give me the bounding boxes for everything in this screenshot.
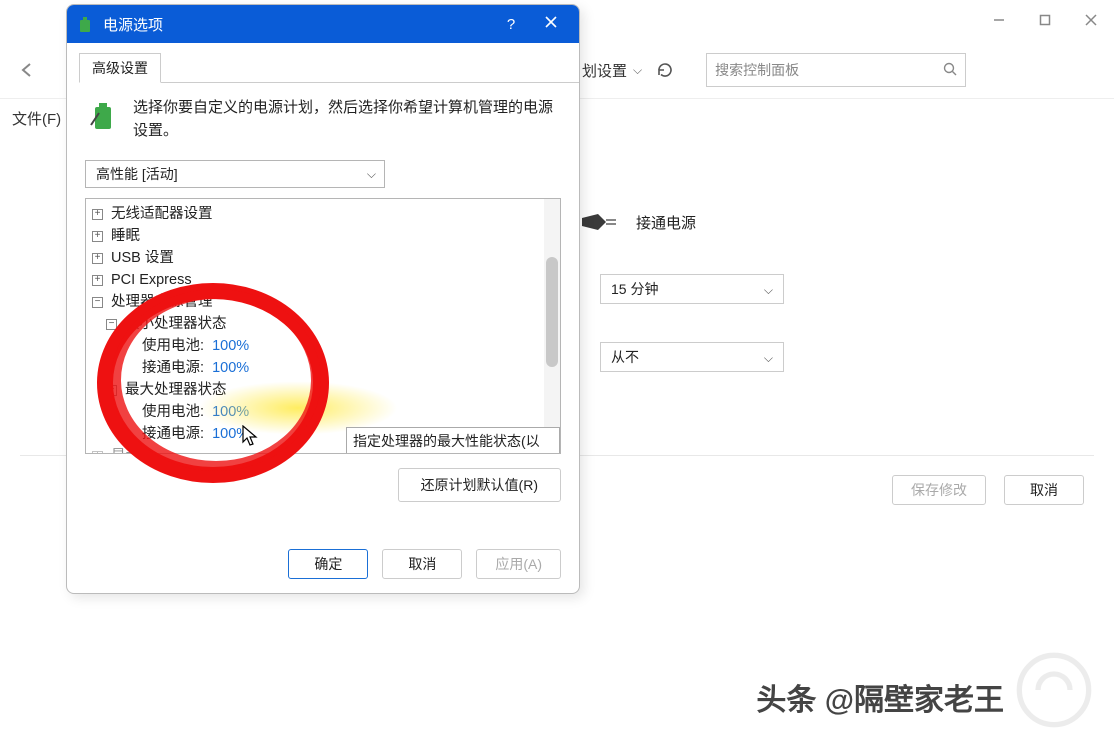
tree-item-pci[interactable]: PCI Express (111, 269, 192, 291)
watermark-logo (1014, 665, 1094, 715)
plugged-in-header: 接通电源 (580, 210, 920, 234)
watermark-text: 头条 @隔壁家老王 (756, 675, 1004, 719)
chevron-down-icon: ⌵ (764, 283, 773, 298)
minimize-button[interactable] (976, 0, 1022, 40)
plugged-in-label: 接通电源 (636, 212, 696, 233)
dialog-button-row: 确定 取消 应用(A) (288, 549, 561, 579)
restore-defaults-button[interactable]: 还原计划默认值(R) (398, 468, 561, 502)
tab-advanced[interactable]: 高级设置 (79, 53, 161, 83)
cancel-button[interactable]: 取消 (382, 549, 462, 579)
scrollbar-thumb[interactable] (546, 257, 558, 367)
collapse-icon[interactable]: − (92, 297, 103, 308)
combo-value: 15 分钟 (611, 279, 658, 299)
refresh-button[interactable] (648, 53, 682, 87)
tooltip: 指定处理器的最大性能状态(以百分比)。 (346, 427, 560, 454)
battery-icon (75, 14, 95, 34)
dialog-title: 电源选项 (103, 14, 163, 35)
window-caption-buttons (976, 0, 1114, 40)
dialog-body: 选择你要自定义的电源计划，然后选择你希望计算机管理的电源设置。 高性能 [活动]… (67, 83, 579, 514)
combo-value: 从不 (611, 347, 639, 367)
expand-icon[interactable]: + (92, 253, 103, 264)
close-button[interactable] (1068, 0, 1114, 40)
chevron-down-icon: ⌵ (764, 351, 773, 366)
label-on-battery: 使用电池: (142, 335, 204, 357)
search-placeholder: 搜索控制面板 (715, 60, 799, 80)
display-off-combo[interactable]: 15 分钟 ⌵ (600, 274, 784, 304)
close-button[interactable] (531, 15, 571, 33)
chevron-down-icon[interactable]: ⌵ (633, 63, 642, 78)
settings-tree[interactable]: +无线适配器设置 +睡眠 +USB 设置 +PCI Express −处理器电源… (85, 198, 561, 454)
breadcrumb[interactable]: 划设置 ⌵ (582, 60, 642, 81)
value-min-battery[interactable]: 100% (212, 335, 249, 357)
plug-icon (580, 210, 620, 234)
tree-item-min-state[interactable]: 最小处理器状态 (125, 313, 227, 335)
dialog-description: 选择你要自定义的电源计划，然后选择你希望计算机管理的电源设置。 (133, 97, 561, 142)
plan-settings-panel: 接通电源 15 分钟 ⌵ 从不 ⌵ (580, 210, 920, 372)
expand-icon[interactable]: + (92, 231, 103, 242)
label-on-battery: 使用电池: (142, 401, 204, 423)
save-button[interactable]: 保存修改 (892, 475, 986, 505)
value-min-plugged[interactable]: 100% (212, 357, 249, 379)
back-button[interactable] (12, 55, 42, 85)
apply-button[interactable]: 应用(A) (476, 549, 561, 579)
power-options-dialog: 电源选项 ? 高级设置 选择你要自定义的电源计划，然后选择你希望计算机管理的电源… (66, 4, 580, 594)
chevron-down-icon: ⌵ (367, 167, 376, 182)
label-plugged-in: 接通电源: (142, 423, 204, 445)
tree-item-display[interactable]: 显示 (111, 445, 140, 454)
footer-buttons: 保存修改 取消 (892, 475, 1084, 505)
breadcrumb-segment: 划设置 (582, 60, 627, 81)
cancel-button[interactable]: 取消 (1004, 475, 1084, 505)
dialog-titlebar[interactable]: 电源选项 ? (67, 5, 579, 43)
sleep-combo[interactable]: 从不 ⌵ (600, 342, 784, 372)
collapse-icon[interactable]: − (106, 385, 117, 396)
maximize-button[interactable] (1022, 0, 1068, 40)
tree-item-usb[interactable]: USB 设置 (111, 247, 174, 269)
tree-item-cpu[interactable]: 处理器电源管理 (111, 291, 213, 313)
combo-value: 高性能 [活动] (96, 164, 178, 184)
ok-button[interactable]: 确定 (288, 549, 368, 579)
tree-item-sleep[interactable]: 睡眠 (111, 225, 140, 247)
tab-strip: 高级设置 (79, 53, 579, 83)
tree-item-wireless[interactable]: 无线适配器设置 (111, 203, 213, 225)
value-max-battery[interactable]: 100% (212, 401, 249, 423)
file-menu[interactable]: 文件(F) (12, 108, 61, 129)
expand-icon[interactable]: + (92, 209, 103, 220)
expand-icon[interactable]: + (92, 275, 103, 286)
battery-icon (85, 97, 121, 133)
label-plugged-in: 接通电源: (142, 357, 204, 379)
tree-item-max-state[interactable]: 最大处理器状态 (125, 379, 227, 401)
collapse-icon[interactable]: − (106, 319, 117, 330)
search-input[interactable]: 搜索控制面板 (706, 53, 966, 87)
mouse-cursor-icon (242, 425, 260, 447)
expand-icon[interactable]: + (92, 451, 103, 455)
search-icon (943, 62, 957, 79)
help-button[interactable]: ? (491, 16, 531, 33)
power-plan-combo[interactable]: 高性能 [活动] ⌵ (85, 160, 385, 188)
scrollbar[interactable] (544, 199, 560, 453)
